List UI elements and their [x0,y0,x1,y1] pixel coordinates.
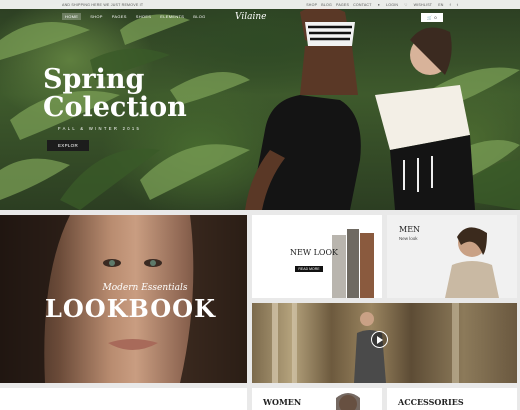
hero-subtitle: FALL & WINTER 2015 [58,126,142,131]
language-selector[interactable]: EN [438,3,443,7]
new-look-tile[interactable]: NEW LOOK READ MORE [252,215,382,298]
lookbook-banner[interactable]: Modern Essentials LOOKBOOK [0,215,247,383]
top-link-pages[interactable]: PAGES [336,3,349,7]
accessories-tile[interactable]: ACCESSORIES [387,388,517,410]
top-links: SHOP BLOG PAGES CONTACT [306,3,371,7]
user-icon[interactable]: ● [378,3,380,7]
nav-item-elements[interactable]: ELEMENTS [160,14,184,20]
hero-title: Spring Colection [43,66,187,122]
men-title: MEN [399,225,421,234]
nav-item-blog[interactable]: BLOG [193,14,205,20]
women-tile[interactable]: WOMEN [252,388,382,410]
nav-item-shop[interactable]: SHOP [90,14,103,20]
top-bar: AND SHIPPING HERE WE JUST REMOVE IT SHOP… [0,0,520,9]
read-more-button[interactable]: READ MORE [295,266,323,272]
account-links: ● LOGIN ♡ WISHLIST EN f t [378,3,458,7]
twitter-icon[interactable]: t [457,3,458,7]
top-link-blog[interactable]: BLOG [321,3,332,7]
play-icon [377,335,383,344]
women-title: WOMEN [263,397,302,407]
hero-title-line2: Colection [43,92,187,123]
hero-banner: AND SHIPPING HERE WE JUST REMOVE IT SHOP… [0,0,520,210]
hero-title-line1: Spring [43,64,145,95]
nav-item-home[interactable]: HOME [62,13,82,20]
site-logo[interactable]: Vilaine [235,12,266,22]
lookbook-title: LOOKBOOK [45,294,216,323]
play-button[interactable] [371,331,388,348]
promo-text: AND SHIPPING HERE WE JUST REMOVE IT [62,2,144,7]
top-link-shop[interactable]: SHOP [306,3,317,7]
cart-count: 0 [434,15,437,20]
facebook-icon[interactable]: f [450,3,451,7]
login-link[interactable]: LOGIN [386,3,398,7]
video-tile[interactable] [252,303,517,383]
nav-item-pages[interactable]: PAGES [112,14,127,20]
main-nav: HOME SHOP PAGES SHOES ELEMENTS BLOG [62,13,206,20]
men-tile[interactable]: MEN New look [387,215,517,298]
men-subtitle: New look [399,236,418,241]
lookbook-subtitle: Modern Essentials [102,283,188,293]
bottom-left-tile [0,388,247,410]
heart-icon[interactable]: ♡ [404,3,407,7]
wishlist-link[interactable]: WISHLIST [414,3,433,7]
top-link-contact[interactable]: CONTACT [353,3,372,7]
new-look-title: NEW LOOK [290,248,339,257]
explore-button[interactable]: EXPLOR [47,140,89,151]
cart-icon: 🛒 [427,15,433,20]
nav-item-shoes[interactable]: SHOES [136,14,152,20]
accessories-title: ACCESSORIES [398,397,464,407]
cart-button[interactable]: 🛒 0 [421,13,443,22]
